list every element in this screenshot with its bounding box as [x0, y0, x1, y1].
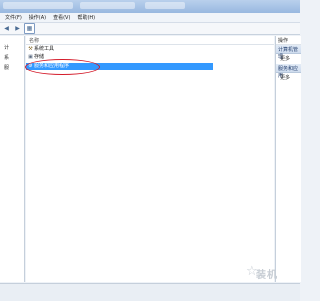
title-bar-highlight — [80, 2, 135, 9]
more-actions-link[interactable]: 更多 — [280, 74, 290, 81]
tools-icon: ⚒ — [28, 46, 33, 52]
actions-pane-title: 操作 — [278, 38, 289, 44]
navigation-tree: 计 系 服 — [0, 36, 25, 282]
toolbar: ◀ ▶ ▦ — [0, 23, 300, 35]
services-icon: ⚙ — [28, 63, 33, 69]
watermark: 装机 — [256, 270, 278, 281]
list-item-label: 服务和应用程序 — [34, 63, 70, 69]
list-item-system-tools[interactable]: ⚒ 系统工具 — [26, 46, 274, 53]
actions-pane: 操作 计算机管理 更多 服务和应用 更多 — [275, 36, 301, 282]
status-bar — [0, 283, 300, 301]
column-header-label: 名称 — [29, 38, 40, 44]
back-arrow-icon[interactable]: ◀ — [2, 24, 11, 33]
list-item-label: 系统工具 — [34, 46, 55, 52]
actions-section-services[interactable]: 服务和应用 — [276, 64, 301, 79]
tree-item-services[interactable]: 服 — [4, 64, 9, 71]
title-bar-highlight — [145, 2, 185, 9]
list-item-label: 存储 — [34, 54, 45, 60]
window-title-bar — [0, 0, 300, 13]
tree-item-computer-management[interactable]: 计 — [4, 44, 9, 51]
actions-section-computer-management[interactable]: 计算机管理 — [276, 45, 301, 60]
list-item-services-and-applications[interactable]: ⚙ 服务和应用程序 — [26, 63, 213, 70]
actions-pane-header: 操作 — [276, 36, 301, 45]
column-header-name[interactable]: 名称 — [26, 36, 274, 45]
menu-action[interactable]: 操作(A) — [27, 14, 48, 22]
forward-arrow-icon[interactable]: ▶ — [13, 24, 22, 33]
menu-file[interactable]: 文件(F) — [3, 14, 24, 22]
list-pane: 名称 ⚒ 系统工具 ▣ 存储 ⚙ 服务和应用程序 — [26, 36, 274, 282]
menu-bar: 文件(F) 操作(A) 查看(V) 帮助(H) — [0, 13, 300, 23]
title-bar-highlight — [3, 2, 73, 9]
list-item-storage[interactable]: ▣ 存储 — [26, 54, 274, 61]
menu-view[interactable]: 查看(V) — [51, 14, 72, 22]
menu-help[interactable]: 帮助(H) — [75, 14, 97, 22]
panel-icon[interactable]: ▦ — [24, 23, 35, 34]
more-actions-link[interactable]: 更多 — [280, 55, 290, 62]
storage-icon: ▣ — [28, 54, 33, 60]
tree-item-system-tools[interactable]: 系 — [4, 54, 9, 61]
